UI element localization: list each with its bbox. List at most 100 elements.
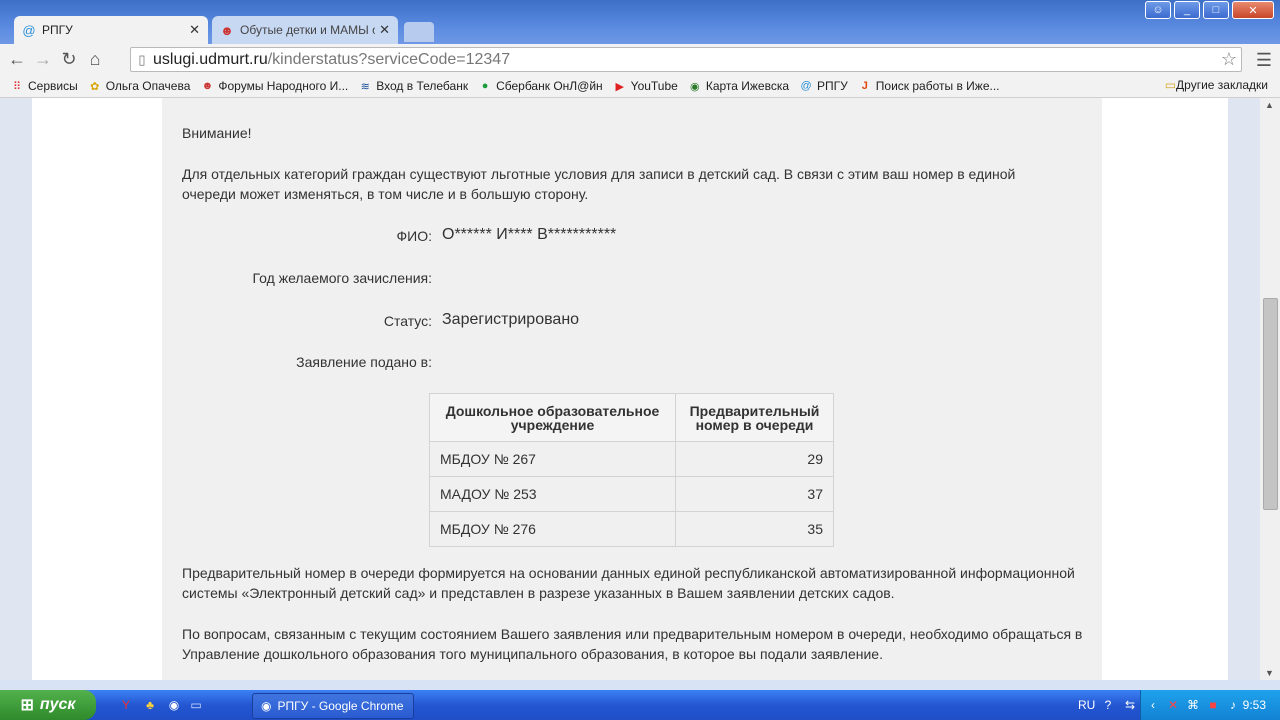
maximize-icon[interactable]: □ [1203,1,1229,19]
fio-label: ФИО: [396,228,433,244]
bookmark-jobs[interactable]: J Поиск работы в Иже... [858,79,1000,93]
bookmark-telebank[interactable]: ≋ Вход в Телебанк [358,79,468,93]
scroll-up-icon[interactable]: ▲ [1265,100,1274,110]
menu-icon[interactable]: ☰ [1256,50,1272,71]
user-icon[interactable]: ☺ [1145,1,1171,19]
reload-icon[interactable]: ↻ [56,47,82,73]
sberbank-icon: ● [481,80,489,92]
queue-number: 37 [675,476,834,512]
bookmark-services[interactable]: ⠿ Сервисы [10,79,78,93]
page-icon: ▯ [138,51,146,67]
tab-label: РПГУ [42,23,73,37]
start-button[interactable]: ⊞ пуск [0,690,96,720]
kindergarten-table: Дошкольное образовательное учреждение Пр… [429,393,834,547]
other-bookmarks[interactable]: ▭ Другие закладки [1165,78,1268,92]
job-icon: J [861,80,868,92]
close-window-icon[interactable]: ✕ [1232,1,1274,19]
bookmark-label: Форумы Народного И... [218,79,349,93]
address-path: /kinderstatus?serviceCode=12347 [267,50,511,68]
forward-icon[interactable]: → [30,47,56,73]
institution-name: МБДОУ № 276 [429,511,676,547]
tab-strip: @ РПГУ ✕ ☻ Обутые детки и МАМЫ от 2 ✕ ☺ … [0,0,1280,44]
bookmark-youtube[interactable]: ▶ YouTube [613,79,678,93]
youtube-icon: ▶ [615,80,624,93]
bookmark-sberbank[interactable]: ● Сбербанк ОнЛ@йн [478,79,603,93]
bookmark-label: Карта Ижевска [705,79,790,93]
bookmarks-bar: ⠿ Сервисы ✿ Ольга Опачева ☻ Форумы Народног… [0,75,1280,98]
bookmark-label: Вход в Телебанк [376,79,469,93]
queue-number: 35 [675,511,834,547]
col-header-queue-number: Предварительный номер в очереди [675,393,834,442]
tab-rpgu[interactable]: @ РПГУ ✕ [14,16,208,44]
institution-name: МАДОУ № 253 [429,476,676,512]
close-icon[interactable]: ✕ [189,22,200,38]
bookmark-star-icon[interactable]: ☆ [1221,49,1237,70]
bookmark-label: РПГУ [817,79,848,93]
bookmark-label: YouTube [630,79,678,93]
forum-icon: ☻ [201,80,214,92]
map-icon: ◉ [690,80,700,93]
network-icon[interactable]: ⌘ [1185,697,1201,713]
folder-icon: ▭ [1164,78,1177,92]
table-row: МБДОУ № 276 35 [429,511,834,547]
bookmark-rpgu[interactable]: @ РПГУ [799,79,848,93]
desktop-icon[interactable]: ▭ [188,697,204,713]
page-viewport: Внимание! Для отдельных категорий гражда… [0,98,1260,680]
address-bar[interactable]: ▯ uslugi.udmurt.ru/kinderstatus?serviceC… [130,47,1242,72]
forum-icon: ☻ [220,22,234,38]
sunflower-icon: ✿ [90,80,100,93]
year-label: Год желаемого зачисления: [252,270,432,286]
help-icon[interactable]: ? [1100,697,1116,713]
chrome-icon: ◉ [261,699,272,713]
windows-logo-icon: ⊞ [20,697,34,714]
queue-info-text: Предварительный номер в очереди формируе… [182,565,1075,601]
scrollbar-thumb[interactable] [1263,298,1278,510]
taskbar-item-label: РПГУ - Google Chrome [277,699,404,713]
table-header-row: Дошкольное образовательное учреждение Пр… [429,393,834,442]
taskbar-item-chrome[interactable]: ◉ РПГУ - Google Chrome [252,693,414,719]
page-scrollbar[interactable]: ▲ ▼ [1260,98,1280,680]
notice-text: Для отдельных категорий граждан существу… [182,166,1016,202]
rpgu-icon: @ [22,22,36,38]
apps-icon: ⠿ [12,80,22,93]
institution-name: МБДОУ № 267 [429,441,676,477]
clock: 9:53 [1242,698,1266,712]
new-tab-button[interactable] [404,22,434,42]
bookmark-map[interactable]: ◉ Карта Ижевска [688,79,789,93]
bookmark-label: Сервисы [28,79,78,93]
quicklaunch-icon[interactable]: ♣ [142,697,158,713]
tray-app-icon[interactable]: ■ [1205,697,1221,713]
language-bar-icon[interactable]: ⇆ [1122,697,1138,713]
close-icon[interactable]: ✕ [379,22,390,38]
back-icon[interactable]: ← [4,47,30,73]
antivirus-icon[interactable]: ✕ [1165,697,1181,713]
bookmark-label: Сбербанк ОнЛ@йн [496,79,603,93]
minimize-icon[interactable]: _ [1174,1,1200,19]
status-panel: Внимание! Для отдельных категорий гражда… [162,98,1102,680]
bookmark-olga[interactable]: ✿ Ольга Опачева [88,79,190,93]
queue-number: 29 [675,441,834,477]
language-indicator[interactable]: RU [1078,698,1095,712]
col-header-institution: Дошкольное образовательное учреждение [429,393,676,442]
address-host: uslugi.udmurt.ru [153,50,268,68]
tab-label: Обутые детки и МАМЫ от 2 [240,23,375,37]
status-value: Зарегистрировано [442,311,580,328]
volume-icon[interactable]: ♪ [1225,697,1241,713]
windows-taskbar: ⊞ пуск Y ♣ ◉ ▭ ◉ РПГУ - Google Chrome RU … [0,690,1280,720]
tray-arrow-icon[interactable]: ‹ [1145,697,1161,713]
bookmark-forums[interactable]: ☻ Форумы Народного И... [200,79,349,93]
chrome-icon[interactable]: ◉ [166,697,182,713]
contact-info-text: По вопросам, связанным с текущим состоян… [182,626,1083,662]
scroll-down-icon[interactable]: ▼ [1265,668,1274,678]
bank-icon: ≋ [360,80,370,93]
table-row: МБДОУ № 267 29 [429,441,834,477]
tab-forum[interactable]: ☻ Обутые детки и МАМЫ от 2 ✕ [212,16,398,44]
home-icon[interactable]: ⌂ [82,47,108,73]
yandex-icon[interactable]: Y [118,697,134,713]
start-label: пуск [39,696,76,713]
fio-value: О****** И**** В*********** [442,226,617,243]
window-controls: ☺ _ □ ✕ [1145,1,1274,19]
table-row: МАДОУ № 253 37 [429,476,834,512]
bookmark-label: Другие закладки [1176,78,1268,92]
status-label: Статус: [383,313,432,329]
